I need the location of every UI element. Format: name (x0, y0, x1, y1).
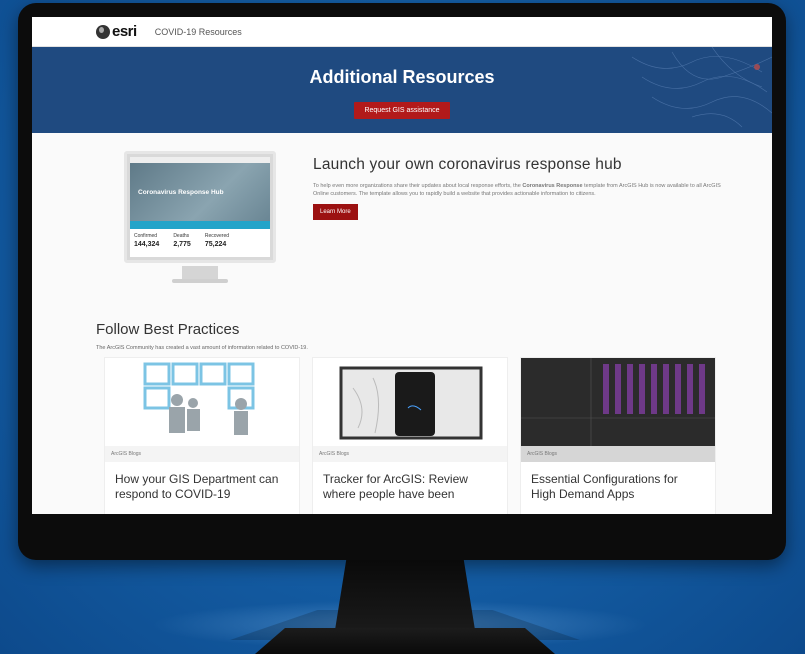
hub-template-link[interactable]: Coronavirus Response (522, 183, 582, 189)
hub-preview-hero: Coronavirus Response Hub (130, 163, 270, 221)
best-practices-subtitle: The ArcGIS Community has created a vast … (96, 345, 308, 351)
card-tag: ArcGIS Blogs (105, 446, 299, 462)
card-list: ArcGIS Blogs How your GIS Department can… (104, 357, 716, 514)
card-title: Essential Configurations for High Demand… (531, 472, 678, 501)
card-title: How your GIS Department can respond to C… (115, 472, 279, 501)
people-screens-icon (143, 362, 255, 435)
card-tag: ArcGIS Blogs (313, 446, 507, 462)
monitor-screen: esri COVID-19 Resources Additional Resou… (32, 17, 772, 514)
card-image (521, 358, 715, 446)
hub-preview-title: Coronavirus Response Hub (138, 189, 224, 196)
esri-globe-icon (96, 24, 110, 39)
hub-stat: Deaths 2,775 (173, 233, 191, 248)
hub-preview-screen: Coronavirus Response Hub Confirmed 144,32… (130, 157, 270, 257)
monitor-frame: esri COVID-19 Resources Additional Resou… (18, 3, 786, 560)
request-assistance-button[interactable]: Request GIS assistance (354, 102, 450, 119)
hub-title: Launch your own coronavirus response hub (313, 156, 622, 173)
hub-stat: Recovered 75,224 (204, 233, 230, 248)
esri-logo[interactable]: esri (112, 23, 137, 40)
card-image (105, 358, 299, 446)
hub-preview-stand (182, 266, 218, 280)
hub-section: Coronavirus Response Hub Confirmed 144,32… (32, 133, 772, 333)
card-gis-department[interactable]: ArcGIS Blogs How your GIS Department can… (104, 357, 300, 514)
monitor-neck (335, 560, 475, 630)
hub-description: To help even more organizations share th… (313, 183, 721, 197)
top-nav: esri COVID-19 Resources (32, 17, 772, 47)
hub-text: Launch your own coronavirus response hub… (313, 156, 733, 220)
card-tracker[interactable]: ArcGIS Blogs Tracker for ArcGIS: Review … (312, 357, 508, 514)
nav-link-covid[interactable]: COVID-19 Resources (155, 27, 242, 37)
hub-preview-bar (130, 221, 270, 229)
card-title: Tracker for ArcGIS: Review where people … (323, 472, 468, 501)
laptop-phone-icon (339, 366, 483, 440)
monitor-base (255, 628, 555, 654)
card-image (313, 358, 507, 446)
hub-stat: Confirmed 144,324 (134, 233, 160, 248)
hub-preview-stats: Confirmed 144,324 Deaths 2,775 Recovered 75… (130, 229, 270, 248)
hub-preview-base (172, 279, 228, 283)
card-configurations[interactable]: ArcGIS Blogs Essential Configurations fo… (520, 357, 716, 514)
hero-banner: Additional Resources Request GIS assista… (32, 47, 772, 133)
card-tag: ArcGIS Blogs (521, 446, 715, 462)
best-practices-title: Follow Best Practices (96, 321, 240, 338)
dashboard-grid-icon (521, 358, 715, 446)
learn-more-button[interactable]: Learn More (313, 204, 358, 220)
hub-preview-image: Coronavirus Response Hub Confirmed 144,32… (124, 151, 276, 263)
banner-title: Additional Resources (309, 67, 495, 87)
best-practices-header: Follow Best Practices The ArcGIS Communi… (96, 321, 736, 351)
